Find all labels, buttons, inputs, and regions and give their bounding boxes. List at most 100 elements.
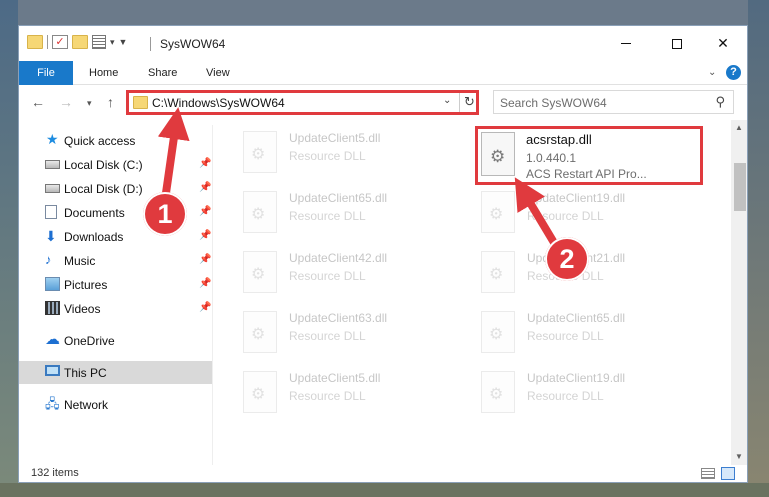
tab-share[interactable]: Share — [148, 61, 177, 85]
back-button[interactable]: ← — [31, 94, 45, 110]
details-view-icon[interactable] — [701, 468, 715, 479]
file-type: Resource DLL — [289, 209, 366, 223]
sidebar-item-onedrive[interactable]: ☁ OneDrive — [19, 329, 212, 352]
expand-ribbon-icon[interactable]: ⌄ — [708, 67, 716, 78]
computer-icon — [45, 365, 60, 376]
sidebar-item-network[interactable]: 🖧 Network — [19, 393, 212, 416]
dll-file-icon: ⚙ — [481, 251, 515, 293]
pin-icon[interactable]: 📌 — [199, 230, 211, 241]
vertical-scrollbar[interactable]: ▲ ▼ — [731, 120, 747, 465]
tiles-view-icon[interactable] — [721, 467, 735, 480]
file-tile[interactable]: ⚙ UpdateClient19.dll Resource DLL — [475, 365, 705, 421]
forward-button[interactable]: → — [59, 94, 73, 110]
network-icon: 🖧 — [45, 396, 60, 411]
scroll-thumb[interactable] — [734, 163, 746, 211]
window-title: SysWOW64 — [160, 37, 226, 51]
highlighted-file-tile[interactable]: ⚙ acsrstap.dll 1.0.440.1 ACS Restart API… — [475, 126, 703, 185]
sidebar-item-label: This PC — [64, 366, 107, 380]
pin-icon[interactable]: 📌 — [199, 206, 211, 217]
dll-file-icon: ⚙ — [243, 371, 277, 413]
pin-icon[interactable]: 📌 — [199, 182, 211, 193]
sidebar-item-quick-access[interactable]: ★ Quick access — [19, 129, 212, 152]
search-placeholder[interactable]: Search SysWOW64 — [500, 96, 607, 110]
sidebar-item-local-disk-d[interactable]: Local Disk (D:) 📌 — [19, 177, 212, 200]
search-icon[interactable]: ⚲ — [715, 94, 725, 110]
gear-icon: ⚙ — [251, 146, 266, 163]
gear-icon: ⚙ — [489, 386, 504, 403]
refresh-icon[interactable]: ↻ — [464, 94, 475, 110]
videos-icon — [45, 301, 60, 315]
search-input[interactable]: Search SysWOW64 ⚲ — [493, 90, 734, 114]
maximize-button[interactable] — [654, 26, 700, 61]
dll-file-icon: ⚙ — [481, 191, 515, 233]
sidebar-item-music[interactable]: ♪ Music 📌 — [19, 249, 212, 272]
sidebar-item-downloads[interactable]: ⬇ Downloads 📌 — [19, 225, 212, 248]
file-tile[interactable]: ⚙ UpdateClient65.dll Resource DLL — [237, 185, 467, 241]
recent-locations-button[interactable]: ▾ — [87, 98, 92, 109]
annotation-badge-1: 1 — [143, 192, 187, 236]
sidebar-item-local-disk-c[interactable]: Local Disk (C:) 📌 — [19, 153, 212, 176]
file-name: UpdateClient65.dll — [289, 191, 388, 205]
file-tile[interactable]: ⚙ UpdateClient21.dll Resource DLL — [475, 245, 705, 301]
file-tile[interactable]: ⚙ UpdateClient5.dll Resource DLL — [237, 365, 467, 421]
pictures-icon — [45, 277, 60, 291]
tab-file[interactable]: File — [19, 61, 73, 85]
chevron-down-icon[interactable]: ▾ — [110, 37, 115, 48]
minimize-button[interactable] — [603, 26, 649, 61]
file-tile[interactable]: ⚙ UpdateClient63.dll Resource DLL — [237, 305, 467, 361]
file-version: 1.0.440.1 — [526, 151, 577, 165]
file-type: Resource DLL — [527, 389, 604, 403]
drive-icon — [45, 160, 60, 169]
sidebar-item-label: Pictures — [64, 278, 108, 292]
gear-icon: ⚙ — [251, 326, 266, 343]
folder-icon — [133, 96, 148, 109]
close-icon: ✕ — [717, 35, 729, 51]
chevron-down-icon[interactable]: ⌄ — [443, 95, 451, 106]
pin-icon[interactable]: 📌 — [199, 278, 211, 289]
sidebar-item-videos[interactable]: Videos 📌 — [19, 297, 212, 320]
new-folder-icon[interactable] — [72, 35, 88, 49]
sidebar-item-label: Quick access — [64, 134, 136, 148]
dll-file-icon: ⚙ — [481, 371, 515, 413]
tab-home[interactable]: Home — [89, 61, 118, 85]
dll-file-icon: ⚙ — [243, 191, 277, 233]
customize-icon[interactable] — [92, 35, 106, 49]
qat-dropdown-icon[interactable]: ▼ — [119, 37, 128, 47]
pin-icon[interactable]: 📌 — [199, 302, 211, 313]
file-tile[interactable]: ⚙ UpdateClient65.dll Resource DLL — [475, 305, 705, 361]
documents-icon — [45, 205, 57, 219]
dll-file-icon: ⚙ — [481, 311, 515, 353]
toolbar-divider — [47, 35, 48, 49]
file-name: UpdateClient42.dll — [289, 251, 388, 265]
sidebar-item-label: Documents — [64, 206, 125, 220]
sidebar-item-this-pc[interactable]: This PC — [19, 361, 212, 384]
gear-icon: ⚙ — [489, 326, 504, 343]
close-button[interactable]: ✕ — [700, 26, 746, 61]
sidebar-item-pictures[interactable]: Pictures 📌 — [19, 273, 212, 296]
address-bar[interactable]: C:\Windows\SysWOW64 ⌄ ↻ — [126, 90, 479, 115]
address-path[interactable]: C:\Windows\SysWOW64 — [152, 96, 285, 110]
pin-icon[interactable]: 📌 — [199, 254, 211, 265]
file-tile[interactable]: ⚙ UpdateClient19.dll Resource DLL — [475, 185, 705, 241]
file-type: Resource DLL — [289, 269, 366, 283]
file-name: UpdateClient19.dll — [527, 371, 626, 385]
music-icon: ♪ — [45, 252, 52, 267]
gear-icon: ⚙ — [489, 206, 504, 223]
drive-icon — [45, 184, 60, 193]
tab-view[interactable]: View — [206, 61, 230, 85]
dll-file-icon: ⚙ — [481, 132, 515, 176]
dll-file-icon: ⚙ — [243, 251, 277, 293]
pin-icon[interactable]: 📌 — [199, 158, 211, 169]
file-tile[interactable]: ⚙ UpdateClient5.dll Resource DLL — [237, 125, 467, 181]
up-button[interactable]: ↑ — [107, 94, 114, 110]
sidebar-item-label: Local Disk (C:) — [64, 158, 143, 172]
properties-check-icon[interactable]: ✓ — [52, 35, 68, 49]
file-tile[interactable]: ⚙ UpdateClient42.dll Resource DLL — [237, 245, 467, 301]
dll-file-icon: ⚙ — [243, 311, 277, 353]
scroll-down-icon[interactable]: ▼ — [735, 452, 743, 461]
scroll-up-icon[interactable]: ▲ — [735, 123, 743, 132]
dll-file-icon: ⚙ — [243, 131, 277, 173]
gear-icon: ⚙ — [489, 266, 504, 283]
file-description: ACS Restart API Pro... — [526, 167, 647, 181]
help-icon[interactable]: ? — [726, 65, 741, 80]
